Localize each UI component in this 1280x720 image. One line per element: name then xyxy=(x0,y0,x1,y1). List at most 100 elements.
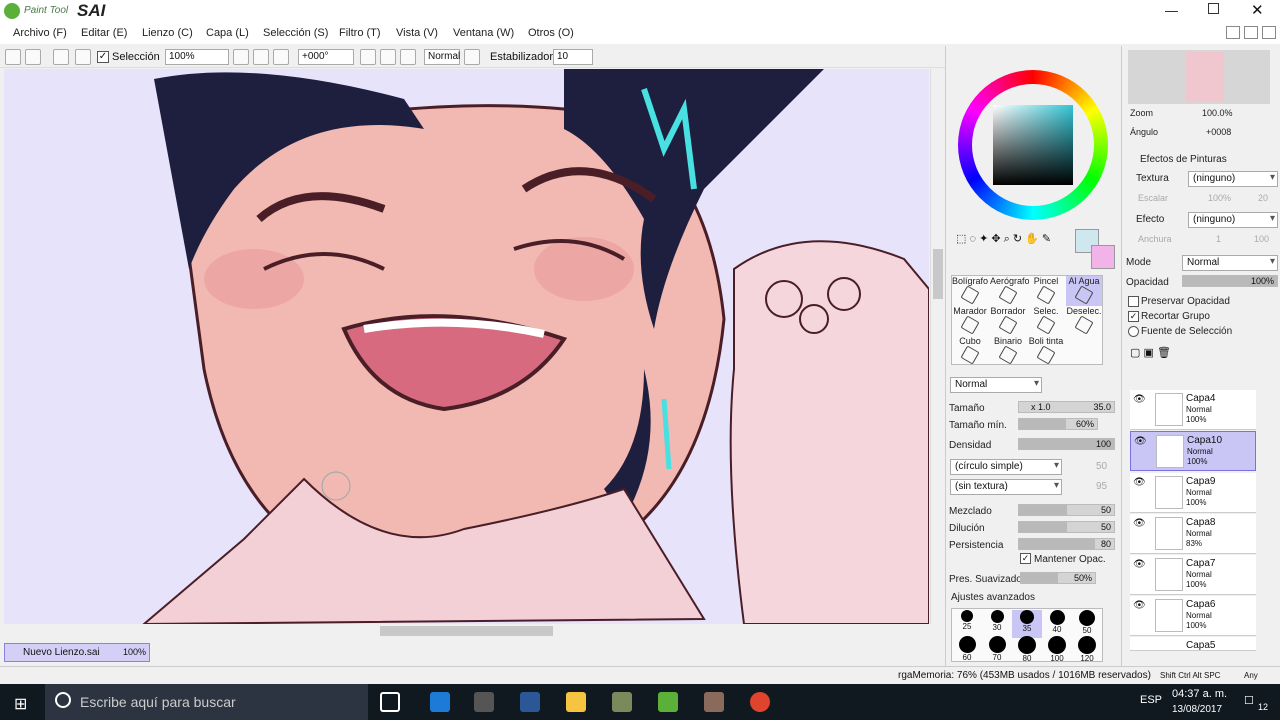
visibility-eye-icon[interactable]: 👁 xyxy=(1133,394,1146,405)
layer-row[interactable]: 👁 Capa7 Normal 100% xyxy=(1130,555,1256,595)
visibility-eye-icon[interactable]: 👁 xyxy=(1133,559,1146,570)
persistence-slider[interactable]: 80 xyxy=(1018,538,1115,550)
hand-tool-icon[interactable]: ✋ xyxy=(1025,233,1039,245)
keep-opacity-checkbox[interactable]: ✓ xyxy=(1020,553,1031,564)
windows-start-icon[interactable]: ⊞ xyxy=(14,694,27,714)
deselect-icon[interactable] xyxy=(53,49,69,65)
clip-group-checkbox[interactable]: ✓ xyxy=(1128,311,1139,322)
color-mode-tabs[interactable] xyxy=(951,50,1101,64)
brush-preset-60[interactable]: 60 xyxy=(952,636,982,664)
menu-capa[interactable]: Capa (L) xyxy=(206,27,249,39)
minimize-icon[interactable]: — xyxy=(1165,3,1178,18)
zoom-reset-icon[interactable] xyxy=(273,49,289,65)
menu-vista[interactable]: Vista (V) xyxy=(396,27,438,39)
selection-source-radio[interactable] xyxy=(1128,326,1139,337)
menu-lienzo[interactable]: Lienzo (C) xyxy=(142,27,193,39)
move-icon[interactable]: ✥ xyxy=(991,233,1000,245)
tool-borrador[interactable]: Borrador xyxy=(990,306,1026,336)
mdi-minimize-icon[interactable] xyxy=(1226,26,1240,39)
tool-cubo[interactable]: Cubo xyxy=(952,336,988,366)
brush-blend-mode[interactable]: Normal xyxy=(950,377,1042,393)
layer-row-selected[interactable]: 👁 Capa10 Normal 100% xyxy=(1130,431,1256,471)
layer-row[interactable]: 👁 Capa9 Normal 100% xyxy=(1130,473,1256,513)
color-square[interactable] xyxy=(993,105,1073,185)
menu-filtro[interactable]: Filtro (T) xyxy=(339,27,381,39)
redo-icon[interactable] xyxy=(25,49,41,65)
menu-otros[interactable]: Otros (O) xyxy=(528,27,574,39)
clock-date[interactable]: 13/08/2017 xyxy=(1172,704,1222,715)
lasso-icon[interactable]: ◌ xyxy=(969,233,976,245)
advanced-settings[interactable]: Ajustes avanzados xyxy=(951,592,1035,603)
vertical-scroll-thumb[interactable] xyxy=(933,249,943,299)
brush-tip-shapes[interactable] xyxy=(1048,377,1116,393)
tool-binario[interactable]: Binario xyxy=(990,336,1026,366)
zoom-in-icon[interactable] xyxy=(253,49,269,65)
canvas-horizontal-scrollbar[interactable] xyxy=(4,624,930,638)
horizontal-scroll-thumb[interactable] xyxy=(380,626,553,636)
tool-selec[interactable]: Selec. xyxy=(1028,306,1064,336)
brush-preset-50[interactable]: 50 xyxy=(1072,610,1102,638)
flip-icon[interactable] xyxy=(464,49,480,65)
tool-pincel[interactable]: Pincel xyxy=(1028,276,1064,306)
new-layer-icon[interactable]: ▢ xyxy=(1130,347,1140,359)
brush-preset-80[interactable]: 80 xyxy=(1012,636,1042,664)
taskbar-search[interactable]: Escribe aquí para buscar xyxy=(45,684,368,720)
dilution-slider[interactable]: 50 xyxy=(1018,521,1115,533)
app-icon-2[interactable] xyxy=(704,692,724,712)
new-group-icon[interactable]: ▣ xyxy=(1143,347,1153,359)
effect-select[interactable]: (ninguno) xyxy=(1188,212,1278,228)
rotate-reset-icon[interactable] xyxy=(400,49,416,65)
tool-boli-tinta[interactable]: Boli tinta xyxy=(1028,336,1064,366)
delete-layer-icon[interactable]: 🗑 xyxy=(1157,347,1171,359)
language-indicator[interactable]: ESP xyxy=(1140,694,1162,706)
menu-editar[interactable]: Editar (E) xyxy=(81,27,127,39)
tool-boligrafo[interactable]: Bolígrafo xyxy=(952,276,988,306)
smooth-slider[interactable]: 50% xyxy=(1020,572,1096,584)
magic-wand-icon[interactable]: ✦ xyxy=(979,233,988,245)
zoom-out-icon[interactable] xyxy=(233,49,249,65)
clock-time[interactable]: 04:37 a. m. xyxy=(1172,688,1227,700)
selection-checkbox[interactable]: ✓ xyxy=(97,51,109,63)
invert-selection-icon[interactable] xyxy=(75,49,91,65)
visibility-eye-icon[interactable]: 👁 xyxy=(1133,477,1146,488)
size-slider[interactable]: x 1.0 35.0 xyxy=(1018,401,1115,413)
navigator-preview[interactable] xyxy=(1128,50,1270,104)
stabilizer-select[interactable]: 10 xyxy=(553,49,593,65)
document-tab[interactable]: Nuevo Lienzo.sai 100% xyxy=(4,643,150,662)
density-slider[interactable]: 100 xyxy=(1018,438,1115,450)
zoom-tool-icon[interactable]: ⌕ xyxy=(1004,233,1010,245)
paint-tool-sai-taskbar-icon[interactable] xyxy=(658,692,678,712)
word-icon[interactable] xyxy=(520,692,540,712)
menu-archivo[interactable]: Archivo (F) xyxy=(13,27,67,39)
canvas[interactable] xyxy=(4,69,929,624)
tool-marador[interactable]: Marador xyxy=(952,306,988,336)
tool-al-agua[interactable]: Al Agua xyxy=(1066,276,1102,306)
rect-select-icon[interactable]: ⬚ xyxy=(956,233,966,245)
rotation-select[interactable]: +000° xyxy=(298,49,354,65)
tool-aerografo[interactable]: Aerógrafo xyxy=(990,276,1030,306)
eyedropper-icon[interactable]: ✎ xyxy=(1042,233,1051,245)
canvas-vertical-scrollbar[interactable] xyxy=(930,69,944,624)
brush-preset-25[interactable]: 25 xyxy=(952,610,982,638)
brush-texture-select[interactable]: (sin textura) xyxy=(950,479,1062,495)
rotate-right-icon[interactable] xyxy=(380,49,396,65)
blend-select[interactable]: Normal xyxy=(424,49,460,65)
layer-action-buttons[interactable]: ▢ ▣ 🗑 xyxy=(1130,346,1270,386)
menu-seleccion[interactable]: Selección (S) xyxy=(263,27,328,39)
mdi-restore-icon[interactable] xyxy=(1244,26,1258,39)
color-wheel[interactable] xyxy=(958,70,1108,220)
brush-preset-120[interactable]: 120 xyxy=(1072,636,1102,664)
layer-row[interactable]: 👁 Capa8 Normal 83% xyxy=(1130,514,1256,554)
brush-preset-40[interactable]: 40 xyxy=(1042,610,1072,638)
layer-row[interactable]: Capa5 xyxy=(1130,637,1256,651)
chrome-icon[interactable] xyxy=(750,692,770,712)
tool-deselec[interactable]: Deselec. xyxy=(1066,306,1102,336)
visibility-eye-icon[interactable]: 👁 xyxy=(1134,436,1147,447)
brush-preset-35[interactable]: 35 xyxy=(1012,610,1042,638)
secondary-color-swatch[interactable] xyxy=(1091,245,1115,269)
brush-preset-100[interactable]: 100 xyxy=(1042,636,1072,664)
zoom-select[interactable]: 100% xyxy=(165,49,229,65)
rotate-tool-icon[interactable]: ↻ xyxy=(1013,233,1022,245)
undo-icon[interactable] xyxy=(5,49,21,65)
task-view-icon[interactable] xyxy=(380,692,400,712)
